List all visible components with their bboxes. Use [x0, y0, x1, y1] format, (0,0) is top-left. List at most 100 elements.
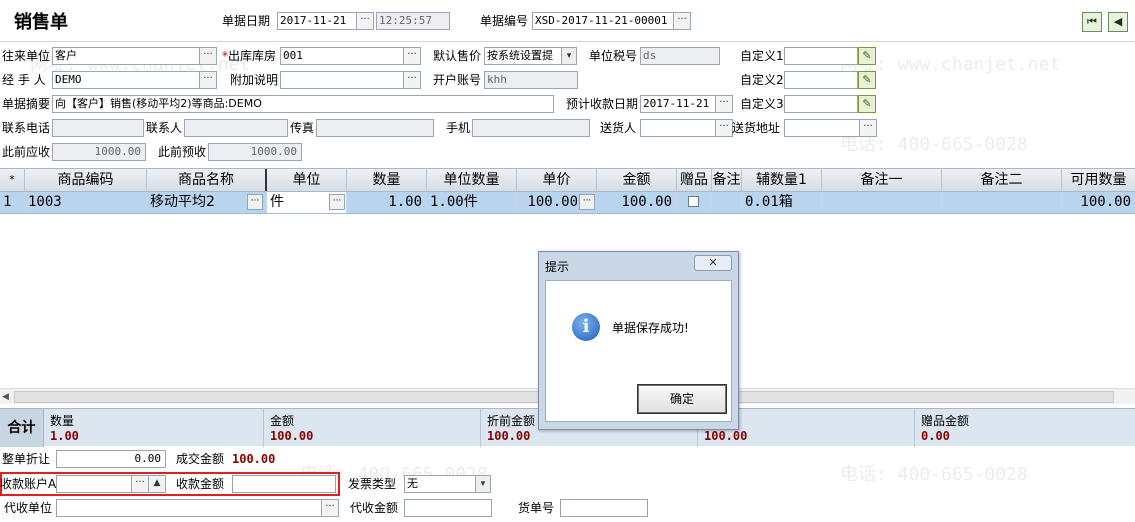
- custom1-input[interactable]: [784, 47, 858, 65]
- grid-col-note2[interactable]: 备注二: [942, 169, 1062, 191]
- chevron-down-icon[interactable]: ▾: [561, 47, 577, 65]
- customer-input[interactable]: 客户: [52, 47, 200, 65]
- date-input[interactable]: 2017-11-21: [277, 12, 357, 30]
- cell-note1[interactable]: [822, 192, 942, 213]
- contact-label: 联系人: [146, 121, 183, 135]
- deal-label: 成交金额: [176, 452, 225, 466]
- grid-header: * 商品编码 商品名称 单位 数量 单位数量 单价 金额 赠品 备注 辅数量1 …: [0, 168, 1135, 192]
- totals-amount: 金额 100.00: [264, 409, 481, 447]
- waybill-label: 货单号: [518, 501, 555, 515]
- unit-lookup-button[interactable]: ···: [329, 194, 345, 210]
- agent-unit-lookup-button[interactable]: ···: [321, 499, 339, 517]
- date-picker-button[interactable]: ···: [356, 12, 374, 30]
- edit-icon[interactable]: ✎: [858, 47, 876, 65]
- deal-value: 100.00: [232, 452, 276, 466]
- agent-amount-input[interactable]: [404, 499, 492, 517]
- name-lookup-button[interactable]: ···: [247, 194, 263, 210]
- recv-account-lookup-button[interactable]: ···: [131, 475, 149, 493]
- handler-lookup-button[interactable]: ···: [199, 71, 217, 89]
- dialog-message: 单据保存成功!: [612, 321, 689, 335]
- totals-pre-discount-label: 折前金额: [487, 414, 536, 428]
- grid-col-note[interactable]: 备注: [712, 169, 742, 191]
- recv-amount-input[interactable]: [232, 475, 336, 493]
- warehouse-label-text: 出库库房: [228, 49, 277, 63]
- grid-col-code[interactable]: 商品编码: [25, 169, 147, 191]
- cell-qty[interactable]: 1.00: [347, 192, 427, 213]
- doc-no-button[interactable]: ···: [673, 12, 691, 30]
- date-label: 单据日期: [222, 14, 271, 28]
- discount-input[interactable]: 0.00: [56, 450, 166, 468]
- totals-amount-value: 100.00: [270, 429, 314, 443]
- grid-col-name[interactable]: 商品名称: [147, 169, 267, 191]
- invoice-select[interactable]: 无: [404, 475, 476, 493]
- edit-icon[interactable]: ✎: [858, 95, 876, 113]
- totals-tax-amount-value: 100.00: [704, 429, 748, 443]
- due-date-picker-button[interactable]: ···: [715, 95, 733, 113]
- scroll-left-icon[interactable]: ◀: [2, 389, 14, 405]
- summary-label: 单据摘要: [2, 97, 51, 111]
- deliver-lookup-button[interactable]: ···: [715, 119, 733, 137]
- note-input[interactable]: [280, 71, 404, 89]
- note-lookup-button[interactable]: ···: [403, 71, 421, 89]
- customer-lookup-button[interactable]: ···: [199, 47, 217, 65]
- cell-gift[interactable]: [677, 192, 712, 213]
- totals-qty-value: 1.00: [50, 429, 79, 443]
- waybill-input[interactable]: [560, 499, 648, 517]
- cell-available[interactable]: 100.00: [1062, 192, 1135, 213]
- account-label: 开户账号: [433, 73, 482, 87]
- grid-col-amount[interactable]: 金额: [597, 169, 677, 191]
- edit-icon[interactable]: ✎: [858, 71, 876, 89]
- grid-col-qty[interactable]: 数量: [347, 169, 427, 191]
- cell-unit-qty[interactable]: 1.00件: [427, 192, 517, 213]
- grid-col-aux-qty[interactable]: 辅数量1: [742, 169, 822, 191]
- grid-col-gift[interactable]: 赠品: [677, 169, 712, 191]
- agent-unit-label: 代收单位: [4, 501, 53, 515]
- summary-input[interactable]: 向【客户】销售(移动平均2)等商品:DEMO: [52, 95, 554, 113]
- chevron-up-icon[interactable]: ▲: [148, 475, 166, 493]
- grid-col-note1[interactable]: 备注一: [822, 169, 942, 191]
- grid-col-unit[interactable]: 单位: [267, 169, 347, 191]
- grid-col-price[interactable]: 单价: [517, 169, 597, 191]
- recv-account-input[interactable]: [56, 475, 132, 493]
- due-date-input[interactable]: 2017-11-21: [640, 95, 716, 113]
- warehouse-input[interactable]: 001: [280, 47, 404, 65]
- cell-note[interactable]: [712, 192, 742, 213]
- custom2-input[interactable]: [784, 71, 858, 89]
- agent-amount-label: 代收金额: [350, 501, 399, 515]
- first-record-icon[interactable]: ⏮: [1082, 12, 1102, 32]
- cell-note2[interactable]: [942, 192, 1062, 213]
- deliver-label: 送货人: [600, 121, 637, 135]
- cell-code[interactable]: 1003: [25, 192, 147, 213]
- chevron-down-icon[interactable]: ▾: [475, 475, 491, 493]
- address-input[interactable]: [784, 119, 860, 137]
- grid-col-available[interactable]: 可用数量: [1062, 169, 1135, 191]
- totals-label: 合计: [0, 409, 44, 447]
- prev-record-icon[interactable]: ◀: [1108, 12, 1128, 32]
- price-lookup-button[interactable]: ···: [579, 194, 595, 210]
- ok-button[interactable]: 确定: [637, 384, 727, 414]
- time-input: 12:25:57: [376, 12, 450, 30]
- row-index: 1: [0, 192, 25, 213]
- cell-aux-qty[interactable]: 0.01箱: [742, 192, 822, 213]
- address-lookup-button[interactable]: ···: [859, 119, 877, 137]
- price-label: 默认售价: [433, 49, 482, 63]
- title-bar: 销售单 单据日期 2017-11-21 ··· 12:25:57 单据编号 XS…: [0, 0, 1135, 42]
- doc-no-input[interactable]: XSD-2017-11-21-00001: [532, 12, 674, 30]
- close-icon[interactable]: ✕: [694, 255, 732, 271]
- warehouse-lookup-button[interactable]: ···: [403, 47, 421, 65]
- custom3-input[interactable]: [784, 95, 858, 113]
- deliver-input[interactable]: [640, 119, 716, 137]
- handler-label: 经 手 人: [2, 73, 46, 87]
- customer-label: 往来单位: [2, 49, 51, 63]
- cell-amount[interactable]: 100.00: [597, 192, 677, 213]
- mobile-input: [472, 119, 590, 137]
- gift-checkbox[interactable]: [688, 196, 699, 207]
- table-row[interactable]: 1 1003 移动平均2 ··· 件 ··· 1.00 1.00件 100.00…: [0, 192, 1135, 214]
- agent-unit-input[interactable]: [56, 499, 322, 517]
- price-select[interactable]: 按系统设置提: [484, 47, 562, 65]
- custom1-label: 自定义1: [740, 49, 784, 63]
- fax-input: [316, 119, 434, 137]
- grid-col-unit-qty[interactable]: 单位数量: [427, 169, 517, 191]
- handler-input[interactable]: DEMO: [52, 71, 200, 89]
- phone-label: 联系电话: [2, 121, 51, 135]
